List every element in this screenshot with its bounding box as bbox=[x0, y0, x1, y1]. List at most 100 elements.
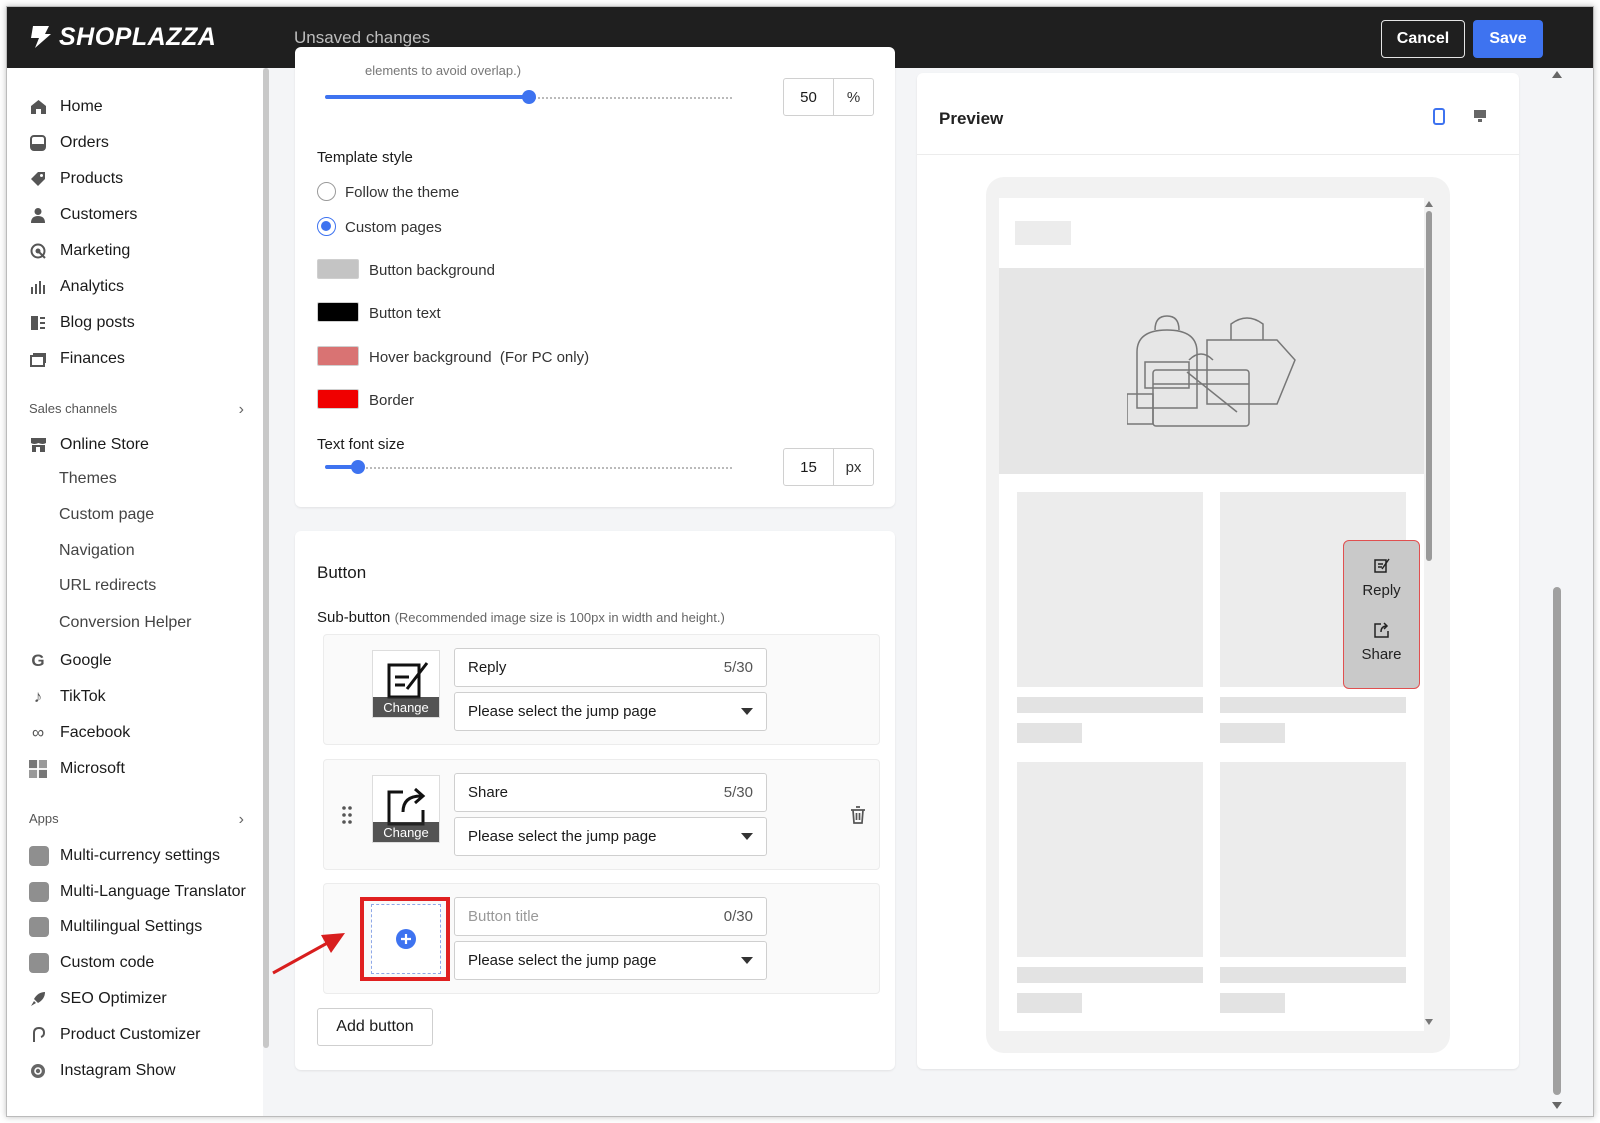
image-upload-slot[interactable] bbox=[371, 904, 441, 974]
chevron-down-icon bbox=[741, 957, 753, 964]
sub-button-label: Sub-button (Recommended image size is 10… bbox=[317, 609, 725, 626]
font-size-slider-thumb[interactable] bbox=[350, 460, 365, 474]
sidebar-item-label: Customers bbox=[60, 206, 138, 223]
jump-page-select[interactable]: Please select the jump page bbox=[454, 941, 767, 980]
preview-scrollbar[interactable] bbox=[1426, 211, 1432, 561]
home-icon bbox=[29, 98, 47, 116]
mobile-view-icon[interactable] bbox=[1433, 108, 1445, 130]
sidebar-item-tiktok[interactable]: ♪ TikTok bbox=[29, 685, 106, 709]
sidebar-subitem-custom-page[interactable]: Custom page bbox=[59, 506, 154, 524]
jump-page-select[interactable]: Please select the jump page bbox=[454, 692, 767, 731]
layout-settings-card: elements to avoid overlap.) 50 % Templat… bbox=[295, 47, 895, 507]
hover-background-label: Hover background (For PC only) bbox=[369, 349, 590, 366]
add-button[interactable]: Add button bbox=[317, 1008, 433, 1046]
font-size-input[interactable]: 15 px bbox=[783, 448, 874, 486]
sidebar-item-analytics[interactable]: Analytics bbox=[29, 275, 124, 299]
offset-value[interactable]: 50 bbox=[784, 79, 834, 115]
jump-page-value: Please select the jump page bbox=[468, 703, 657, 720]
chevron-right-icon: › bbox=[238, 811, 244, 828]
sidebar-subitem-url-redirects[interactable]: URL redirects bbox=[59, 577, 156, 595]
sales-channels-label: Sales channels bbox=[29, 401, 118, 416]
sidebar-item-google[interactable]: G Google bbox=[29, 649, 111, 673]
tag-icon bbox=[29, 170, 47, 188]
sidebar-app-translator[interactable]: Multi-Language Translator bbox=[29, 880, 246, 904]
page-scroll-down-icon[interactable] bbox=[1552, 1102, 1562, 1109]
radio-follow-theme[interactable] bbox=[317, 182, 336, 201]
change-image-button[interactable]: Change bbox=[373, 697, 439, 717]
sidebar-app-seo[interactable]: SEO Optimizer bbox=[29, 987, 167, 1011]
sub-button-row: Change Reply 5/30 Please select the jump… bbox=[323, 634, 880, 745]
apps-header[interactable]: Apps › bbox=[29, 811, 244, 829]
sidebar-app-multi-currency[interactable]: Multi-currency settings bbox=[29, 844, 220, 868]
sub-button-image[interactable]: Change bbox=[372, 775, 440, 843]
border-swatch[interactable] bbox=[317, 389, 359, 409]
floating-share-button[interactable]: Share bbox=[1344, 621, 1419, 663]
sidebar-subitem-navigation[interactable]: Navigation bbox=[59, 542, 135, 560]
offset-input[interactable]: 50 % bbox=[783, 78, 874, 116]
sidebar-item-microsoft[interactable]: Microsoft bbox=[29, 757, 125, 781]
button-title-input[interactable]: Share 5/30 bbox=[454, 773, 767, 812]
button-text-swatch[interactable] bbox=[317, 302, 359, 322]
radio-custom-pages-label[interactable]: Custom pages bbox=[345, 219, 442, 236]
sales-channels-header[interactable]: Sales channels › bbox=[29, 401, 244, 419]
save-button[interactable]: Save bbox=[1473, 20, 1543, 58]
sidebar-item-label: TikTok bbox=[60, 688, 106, 705]
sub-button-row: Change Share 5/30 Please select the jump… bbox=[323, 759, 880, 870]
button-title-input[interactable]: Button title 0/30 bbox=[454, 897, 767, 936]
sidebar-item-label: SEO Optimizer bbox=[60, 990, 167, 1007]
sidebar-subitem-themes[interactable]: Themes bbox=[59, 470, 117, 488]
hover-background-swatch[interactable] bbox=[317, 346, 359, 366]
offset-slider-thumb[interactable] bbox=[522, 90, 536, 104]
sidebar-item-orders[interactable]: Orders bbox=[29, 131, 109, 155]
sidebar-item-home[interactable]: Home bbox=[29, 95, 103, 119]
desktop-view-icon[interactable] bbox=[1473, 109, 1487, 128]
sidebar-item-customers[interactable]: Customers bbox=[29, 203, 137, 227]
font-size-slider-track[interactable] bbox=[325, 466, 733, 469]
sidebar-scrollbar[interactable] bbox=[263, 68, 269, 1048]
text-placeholder bbox=[1017, 697, 1203, 713]
button-background-swatch[interactable] bbox=[317, 259, 359, 279]
sidebar-item-online-store[interactable]: Online Store bbox=[29, 433, 149, 457]
sidebar-item-label: Blog posts bbox=[60, 314, 135, 331]
button-title-input[interactable]: Reply 5/30 bbox=[454, 648, 767, 687]
chevron-down-icon bbox=[741, 708, 753, 715]
font-size-value[interactable]: 15 bbox=[784, 449, 834, 485]
sidebar-item-facebook[interactable]: ∞ Facebook bbox=[29, 721, 130, 745]
preview-scroll-up-icon[interactable] bbox=[1425, 201, 1433, 207]
sidebar-app-product-customizer[interactable]: Product Customizer bbox=[29, 1023, 201, 1047]
change-image-button[interactable]: Change bbox=[373, 822, 439, 842]
jump-page-select[interactable]: Please select the jump page bbox=[454, 817, 767, 856]
sidebar-item-label: Marketing bbox=[60, 242, 131, 259]
page-scrollbar[interactable] bbox=[1553, 587, 1561, 1095]
sidebar-subitem-conversion-helper[interactable]: Conversion Helper bbox=[59, 614, 192, 632]
cancel-button[interactable]: Cancel bbox=[1381, 20, 1465, 58]
meta-icon: ∞ bbox=[31, 723, 45, 742]
radio-follow-theme-label[interactable]: Follow the theme bbox=[345, 184, 459, 201]
button-title-value: Share bbox=[468, 784, 509, 801]
bar-chart-icon bbox=[29, 278, 47, 296]
floating-reply-button[interactable]: Reply bbox=[1344, 557, 1419, 599]
sidebar-item-label: Multilingual Settings bbox=[60, 918, 203, 935]
brand-logo[interactable]: SHOPLAZZA bbox=[29, 23, 216, 51]
sidebar-item-finances[interactable]: Finances bbox=[29, 347, 125, 371]
radio-custom-pages[interactable] bbox=[317, 217, 336, 236]
sidebar-app-instagram[interactable]: Instagram Show bbox=[29, 1059, 176, 1083]
sidebar: Home Orders Products Customers Marketing… bbox=[7, 68, 263, 1116]
sub-button-image[interactable]: Change bbox=[372, 650, 440, 718]
sidebar-item-label: Facebook bbox=[60, 724, 131, 741]
code-app-icon bbox=[29, 953, 49, 973]
sidebar-item-marketing[interactable]: Marketing bbox=[29, 239, 130, 263]
sidebar-item-blog-posts[interactable]: Blog posts bbox=[29, 311, 135, 335]
sub-button-hint: (Recommended image size is 100px in widt… bbox=[394, 610, 725, 625]
drag-handle-icon[interactable] bbox=[342, 806, 352, 824]
sidebar-app-multilingual[interactable]: Multilingual Settings bbox=[29, 915, 202, 939]
page-scroll-up-icon[interactable] bbox=[1552, 71, 1562, 78]
preview-scroll-down-icon[interactable] bbox=[1425, 1019, 1433, 1025]
trash-icon[interactable] bbox=[850, 806, 866, 829]
sidebar-item-products[interactable]: Products bbox=[29, 167, 123, 191]
app-window: SHOPLAZZA Unsaved changes Cancel Save Ho… bbox=[6, 6, 1594, 1117]
cut-off-hint: elements to avoid overlap.) bbox=[365, 63, 522, 78]
bags-illustration-icon bbox=[1127, 315, 1296, 427]
sidebar-app-custom-code[interactable]: Custom code bbox=[29, 951, 154, 975]
target-icon bbox=[29, 242, 47, 260]
